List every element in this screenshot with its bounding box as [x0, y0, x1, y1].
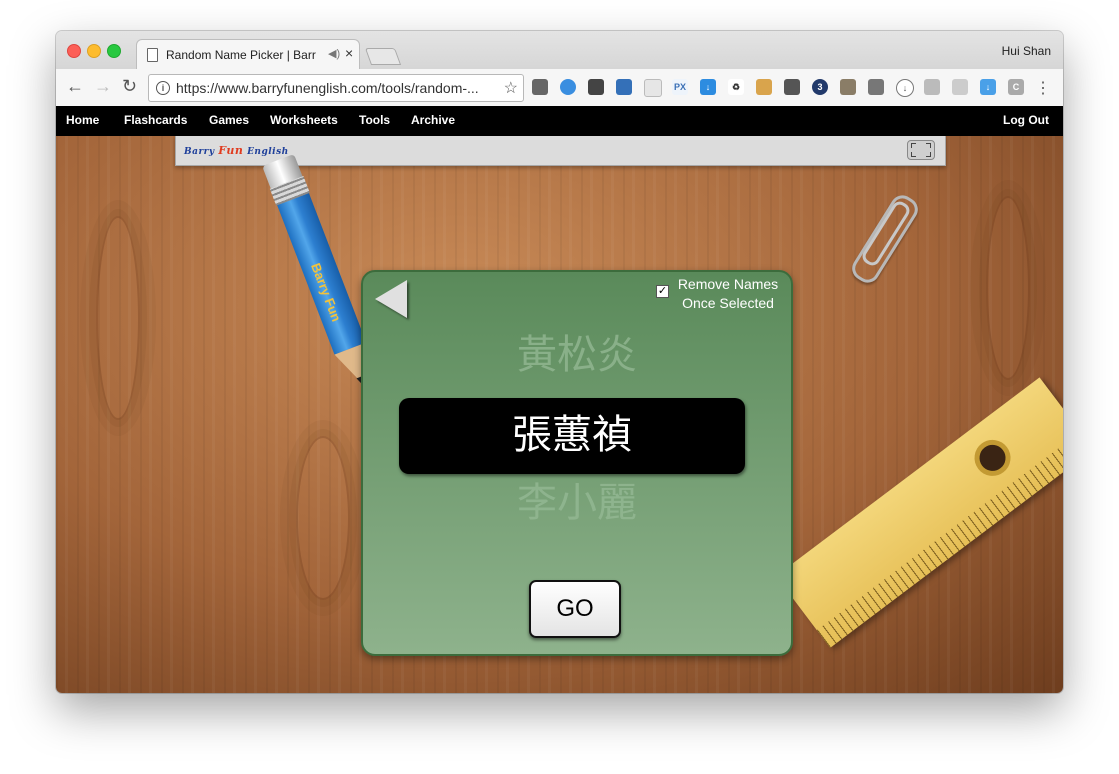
selected-name-box: 張蕙禎 — [399, 398, 745, 474]
next-name: 李小麗 — [517, 480, 637, 526]
reload-icon[interactable]: ↻ — [122, 76, 137, 97]
selected-name: 張蕙禎 — [512, 412, 632, 458]
fullscreen-button[interactable] — [907, 140, 935, 160]
wood-knot — [296, 436, 350, 600]
back-arrow-button[interactable] — [375, 280, 407, 318]
wood-knot — [96, 216, 140, 420]
ruler-decoration — [776, 377, 1063, 648]
wood-knot — [986, 196, 1030, 380]
tab-strip: Random Name Picker | Barr ◀︎) × Hui Shan — [56, 31, 1063, 70]
browser-menu-icon[interactable]: ⋮ — [1035, 78, 1051, 98]
nav-tools[interactable]: Tools — [359, 113, 390, 127]
browser-toolbar: ← → ↻ i https://www.barryfunenglish.com/… — [56, 69, 1063, 107]
tab-title: Random Name Picker | Barr — [166, 48, 316, 62]
nav-archive[interactable]: Archive — [411, 113, 455, 127]
minimize-window-button[interactable] — [87, 44, 101, 58]
desk-background: Barry Fun English Barry Fun ✓ Remove Nam… — [56, 136, 1063, 693]
extension-grid-icon[interactable] — [924, 79, 940, 95]
extension-compass-icon[interactable] — [560, 79, 576, 95]
profile-name[interactable]: Hui Shan — [1002, 44, 1051, 58]
zoom-window-button[interactable] — [107, 44, 121, 58]
new-tab-button[interactable] — [364, 48, 402, 65]
extension-upload-icon[interactable] — [616, 79, 632, 95]
name-picker-panel: ✓ Remove Names Once Selected 黃松炎 張蕙禎 李小麗… — [361, 270, 793, 656]
extension-stamp-icon[interactable] — [840, 79, 856, 95]
extension-bug-icon[interactable] — [532, 79, 548, 95]
extension-download-circle-icon[interactable]: ↓ — [896, 79, 914, 97]
remove-names-checkbox[interactable]: ✓ — [656, 285, 669, 298]
nav-flashcards[interactable]: Flashcards — [124, 113, 187, 127]
previous-name: 黃松炎 — [517, 332, 637, 378]
site-nav: Home Flashcards Games Worksheets Tools A… — [56, 106, 1063, 136]
extension-car-icon[interactable] — [784, 79, 800, 95]
active-tab[interactable]: Random Name Picker | Barr ◀︎) × — [136, 39, 360, 70]
nav-worksheets[interactable]: Worksheets — [270, 113, 338, 127]
go-button[interactable]: GO — [529, 580, 621, 638]
extension-key-icon[interactable] — [756, 79, 772, 95]
remove-names-label[interactable]: Remove Names Once Selected — [671, 275, 785, 313]
browser-window: Random Name Picker | Barr ◀︎) × Hui Shan… — [56, 31, 1063, 693]
url-text[interactable]: https://www.barryfunenglish.com/tools/ra… — [176, 80, 501, 96]
extension-page-icon[interactable] — [644, 79, 662, 97]
info-icon[interactable]: i — [156, 81, 170, 95]
close-window-button[interactable] — [67, 44, 81, 58]
address-bar[interactable]: i https://www.barryfunenglish.com/tools/… — [148, 74, 524, 102]
extension-recycle-icon[interactable]: ♻ — [728, 79, 744, 95]
extension-rss-icon[interactable] — [952, 79, 968, 95]
page-icon — [147, 48, 158, 62]
extension-eyedropper-icon[interactable] — [588, 79, 604, 95]
extension-arrow-down-icon[interactable]: ↓ — [980, 79, 996, 95]
logout-link[interactable]: Log Out — [1003, 113, 1049, 127]
bookmark-star-icon[interactable]: ☆ — [504, 78, 518, 98]
extension-globe-icon[interactable]: 3 — [812, 79, 828, 95]
forward-arrow-icon[interactable]: → — [94, 76, 112, 97]
speaker-icon[interactable]: ◀︎) — [328, 47, 340, 60]
site-logo[interactable]: Barry Fun English — [184, 144, 289, 157]
back-arrow-icon[interactable]: ← — [66, 76, 84, 97]
nav-home[interactable]: Home — [66, 113, 99, 127]
extension-px-icon[interactable]: PX — [672, 79, 688, 95]
nav-games[interactable]: Games — [209, 113, 249, 127]
extension-download-icon[interactable]: ↓ — [700, 79, 716, 95]
close-tab-icon[interactable]: × — [345, 45, 353, 61]
extension-c-icon[interactable]: C — [1008, 79, 1024, 95]
extension-window-icon[interactable] — [868, 79, 884, 95]
